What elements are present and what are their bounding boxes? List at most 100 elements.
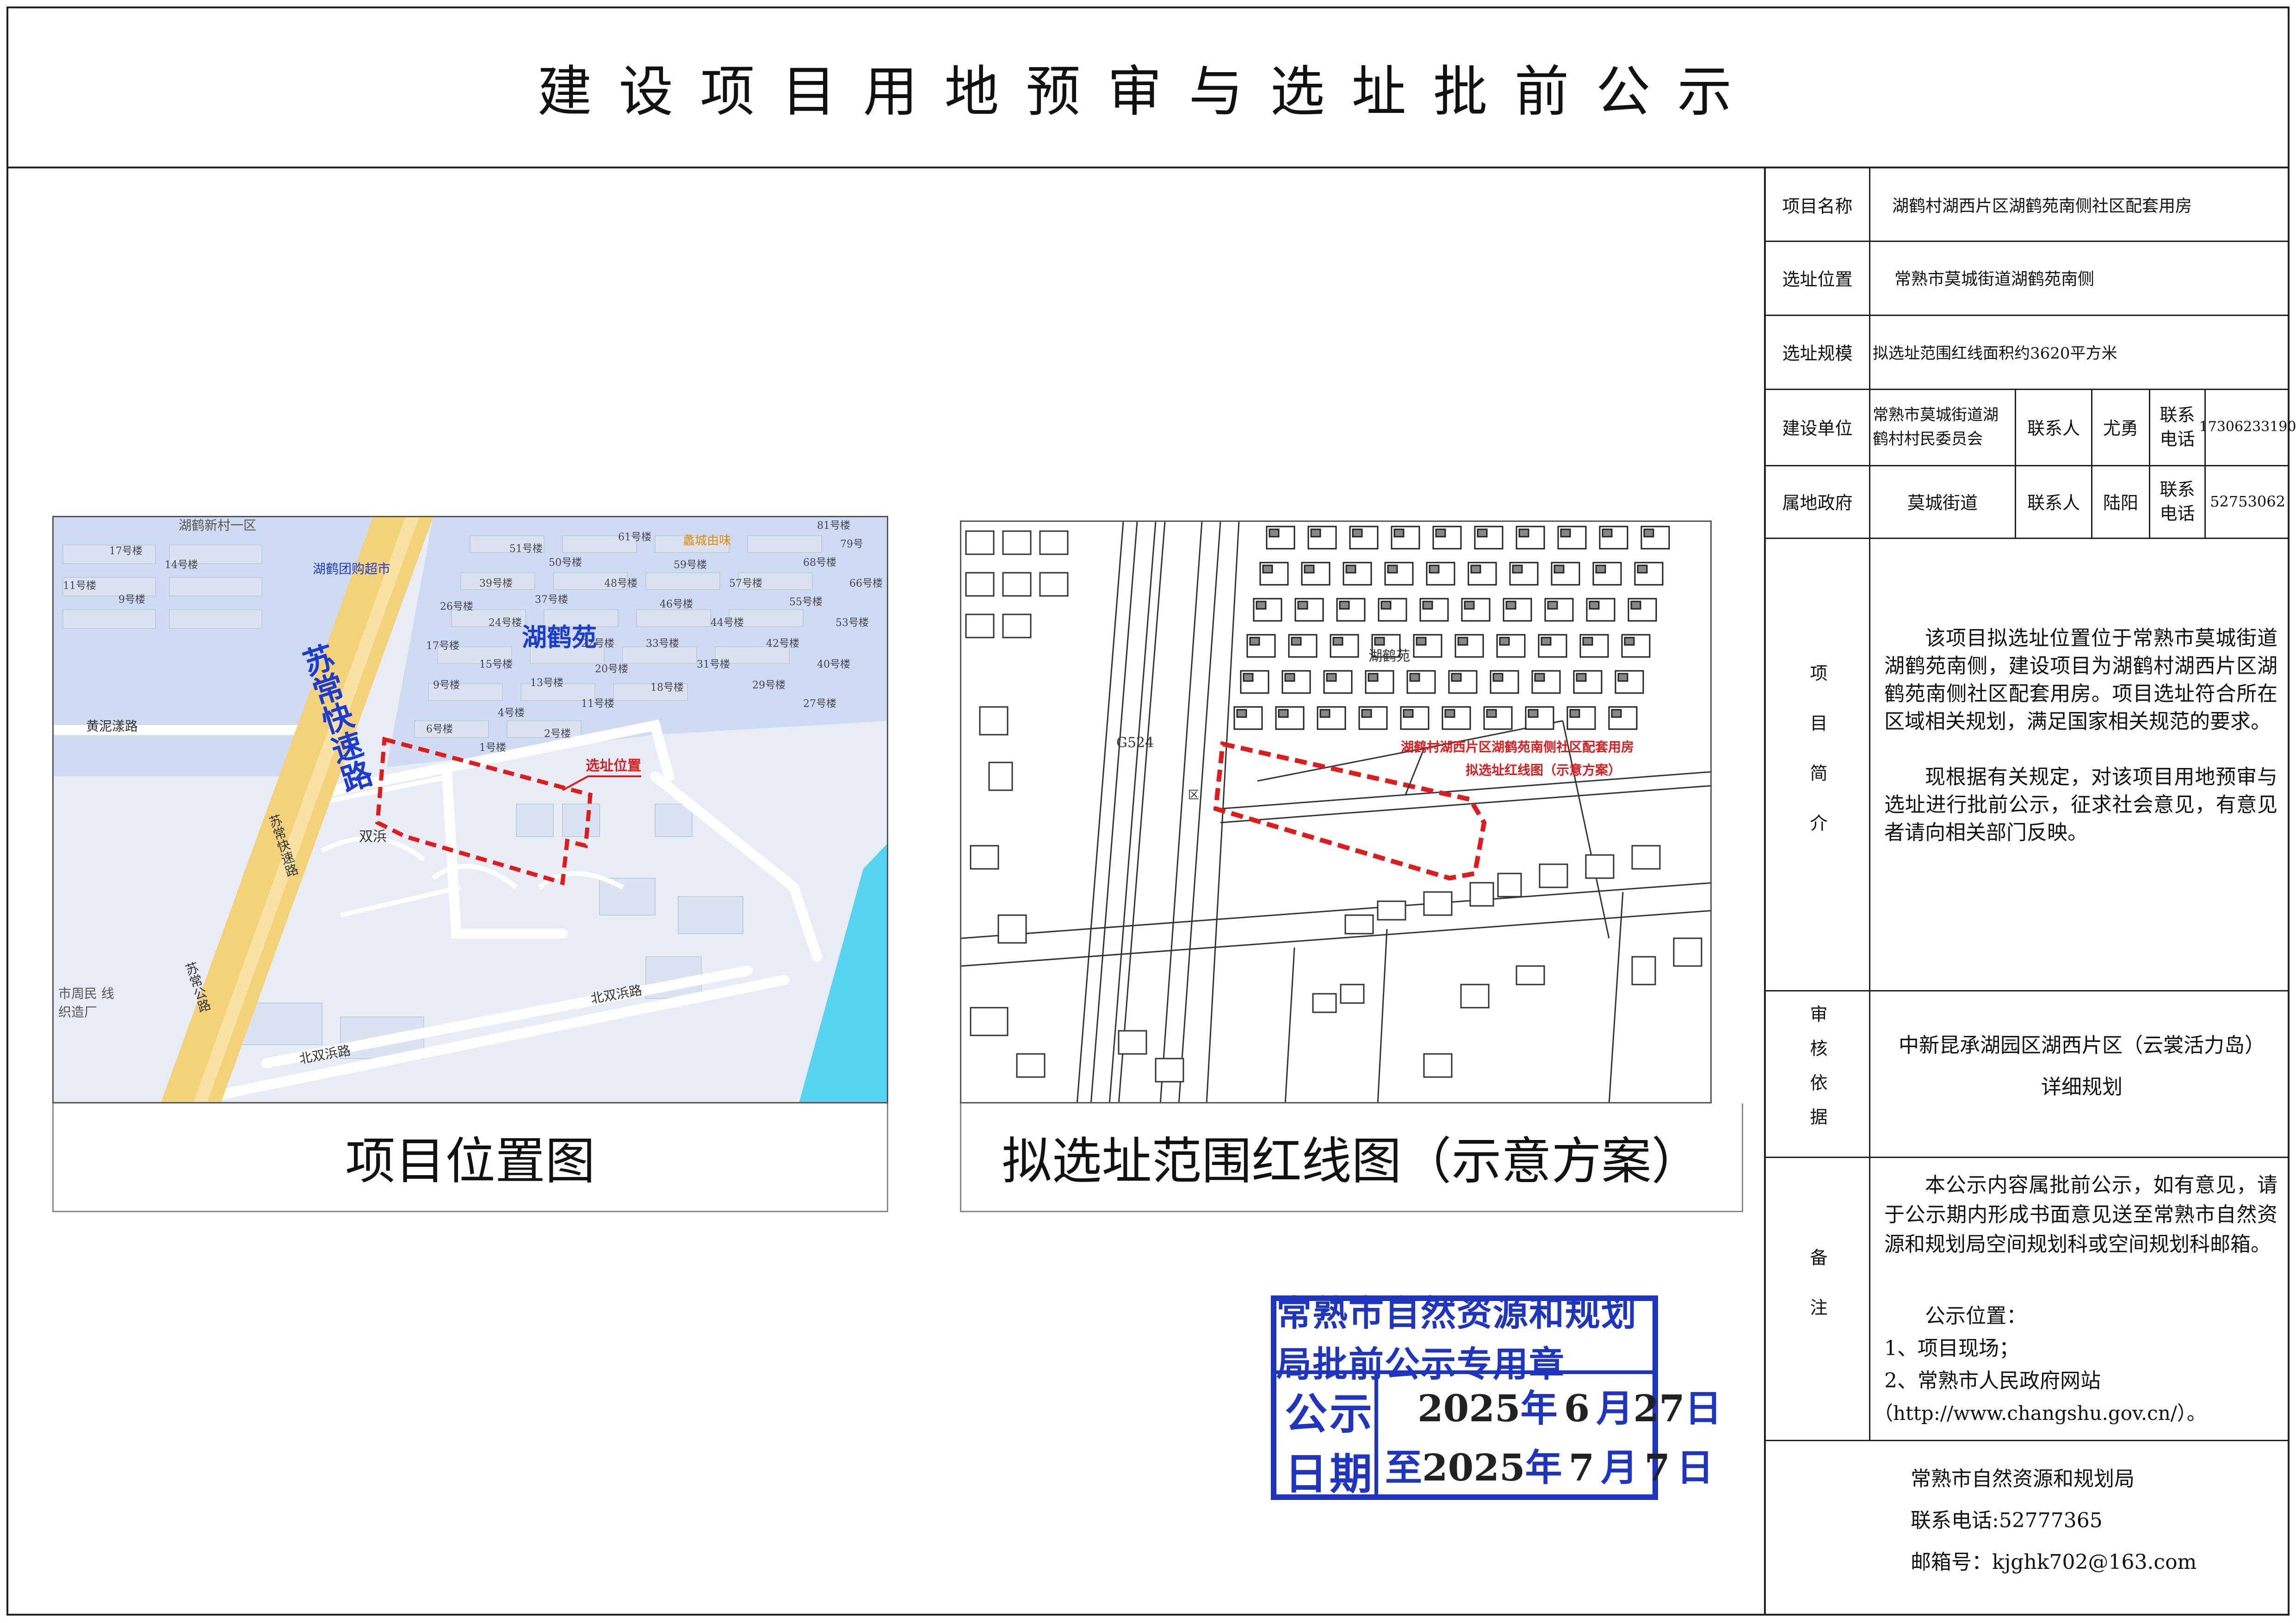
builder: 常熟市莫城街道湖鹤村村民委员会 (1873, 405, 1999, 448)
bldg-label: 31号楼 (697, 659, 730, 670)
remark-paragraph-1: 本公示内容属批前公示，如有意见，请于公示期内形成书面意见送至常熟市自然资源和规划… (1884, 1173, 2277, 1256)
gov-contact: 陆阳 (2103, 493, 2138, 513)
remark-paragraph-2: 公示位置： (1925, 1304, 2027, 1328)
building-block-inner (1429, 564, 1440, 574)
map2-community-label: 湖鹤苑 (1368, 648, 1410, 664)
bldg-label: 17号楼 (426, 640, 459, 652)
building-block-inner (1595, 564, 1606, 574)
bldg-label: 20号楼 (595, 663, 628, 675)
bldg-label: 51号楼 (509, 543, 543, 555)
building-block-inner (1547, 601, 1558, 610)
bldg-label: 15号楼 (479, 659, 513, 670)
building-block-inner (1569, 709, 1580, 718)
building-block-inner (1589, 601, 1600, 610)
bldg-label: 27号楼 (803, 698, 836, 710)
building-block-inner (1512, 564, 1523, 574)
bldg-label: 29号楼 (752, 680, 786, 691)
bldg-label: 79号 (840, 539, 863, 550)
basis-line-2: 详细规划 (2041, 1075, 2123, 1099)
bldg-label: 37号楼 (535, 594, 568, 606)
intro-label: 项目简介 (1799, 538, 1836, 990)
building-block-inner (1611, 709, 1622, 718)
title-bar: 建设项目用地预审与选址批前公示 (6, 6, 2290, 168)
building-block-inner (1310, 528, 1321, 538)
building-block-inner (1492, 673, 1504, 682)
bldg-label: 26号楼 (440, 601, 473, 613)
building-block-inner (1319, 709, 1331, 718)
table-divider (1766, 1440, 2290, 1441)
remark-paragraph-3: 1、项目现场； (1884, 1337, 2019, 1360)
stamp-year-1: 2025 (1417, 1387, 1521, 1430)
stamp-char: 公 (1285, 1389, 1328, 1439)
bldg-label: 59号楼 (674, 559, 707, 571)
red-line-map-caption: 拟选址范围红线图（示意方案） (960, 1103, 1743, 1212)
intro-paragraph-2: 现根据有关规定，对该项目用地预审与选址进行批前公示，征求社会意见，有意见者请向相… (1884, 765, 2277, 844)
map2-site-label-1: 湖鹤村湖西片区湖鹤苑南侧社区配套用房 (1401, 739, 1634, 755)
intro-paragraph-1: 该项目拟选址位置位于常熟市莫城街道湖鹤苑南侧，建设项目为湖鹤村湖西片区湖鹤苑南侧… (1884, 626, 2277, 733)
stamp-yue-1: 月 (1596, 1387, 1634, 1430)
bldg-label: 44号楼 (711, 617, 744, 629)
building-block-inner (1457, 637, 1468, 646)
building-block-inner (1345, 564, 1356, 574)
red-line-map: 湖鹤苑 G524 区 湖鹤村湖西片区湖鹤苑南侧社区配套用房 拟选址红线图（示意方… (960, 520, 1712, 1103)
footer-phone: 联系电话:52777365 (1911, 1509, 2103, 1532)
gov-phone-label: 联系电话 (2160, 479, 2195, 524)
stamp-day-2: 7 (1644, 1446, 1670, 1489)
building-block-inner (1297, 601, 1308, 610)
bldg-label: 68号楼 (803, 557, 836, 569)
building-block-inner (1451, 673, 1462, 682)
building-block-inner (1528, 709, 1539, 718)
building-block-inner (1368, 673, 1379, 682)
building-block-inner (1256, 601, 1267, 610)
building-block-inner (1486, 709, 1497, 718)
stamp-header: 常熟市自然资源和规划局批前公示专用章 (1276, 1293, 1652, 1385)
bldg-label: 4号楼 (498, 707, 525, 719)
building-block-inner (1637, 564, 1648, 574)
location-map: 湖鹤苑 苏常快速路 苏常快速路 苏常公路 黄泥漾路 北双浜路 北双浜路 双浜 选… (52, 516, 888, 1103)
builder-phone: 17306233190 (2199, 419, 2296, 435)
remark-label: 备注 (1799, 1157, 1836, 1440)
building-block-inner (1470, 564, 1481, 574)
bldg-label: 46号楼 (660, 599, 693, 610)
bldg-label: 57号楼 (729, 578, 762, 589)
building-block-inner (1643, 528, 1654, 538)
stamp-month-1: 6 (1564, 1387, 1590, 1430)
gov-contact-label: 联系人 (2027, 493, 2080, 513)
stamp-zhi: 至 (1385, 1446, 1422, 1489)
building-block-inner (1236, 709, 1247, 718)
table-col-divider (1869, 538, 1870, 1440)
building-block-inner (1553, 564, 1565, 574)
stamp-nian-1: 年 (1520, 1387, 1558, 1430)
building-block-inner (1361, 709, 1372, 718)
building-block-inner (1284, 673, 1295, 682)
project-name-label: 项目名称 (1782, 196, 1853, 217)
builder-contact: 尤勇 (2103, 418, 2138, 439)
building-block-inner (1534, 673, 1545, 682)
bldg-label: 81号楼 (817, 520, 850, 532)
stamp-left: 公 示 日 期 (1276, 1370, 1378, 1500)
stamp-ri-2: 日 (1677, 1446, 1714, 1489)
table-divider (1766, 538, 2290, 539)
table-divider (1766, 990, 2290, 991)
building-block-inner (1387, 564, 1398, 574)
basis-label-text: 审核依据 (1807, 1005, 1827, 1142)
building-block-inner (1380, 601, 1392, 610)
map1-building-labels: 17号楼 14号楼 11号楼 9号楼 51号楼 50号楼 61号楼 81号楼 7… (54, 517, 887, 1102)
stamp-year-2: 2025 (1422, 1446, 1525, 1489)
gov: 莫城街道 (1907, 493, 1978, 513)
building-block-inner (1374, 637, 1385, 646)
bldg-label: 39号楼 (479, 578, 513, 589)
bldg-label: 1号楼 (479, 742, 506, 754)
stamp-date-end: 至2025年 7 月 7 日 (1385, 1438, 1714, 1492)
bldg-label: 33号楼 (646, 638, 679, 650)
building-block-inner (1576, 673, 1587, 682)
red-line-map-svg (961, 522, 1710, 1102)
building-block-inner (1278, 709, 1289, 718)
remark-label-text: 备注 (1807, 1248, 1827, 1348)
gov-phone: 52753062 (2210, 492, 2285, 510)
intro-label-text: 项目简介 (1807, 664, 1827, 864)
building-block-inner (1630, 601, 1641, 610)
footer-email: 邮箱号：kjghk702@163.com (1911, 1550, 2197, 1574)
stamp-month-2: 7 (1568, 1446, 1595, 1489)
building-block-inner (1304, 564, 1315, 574)
